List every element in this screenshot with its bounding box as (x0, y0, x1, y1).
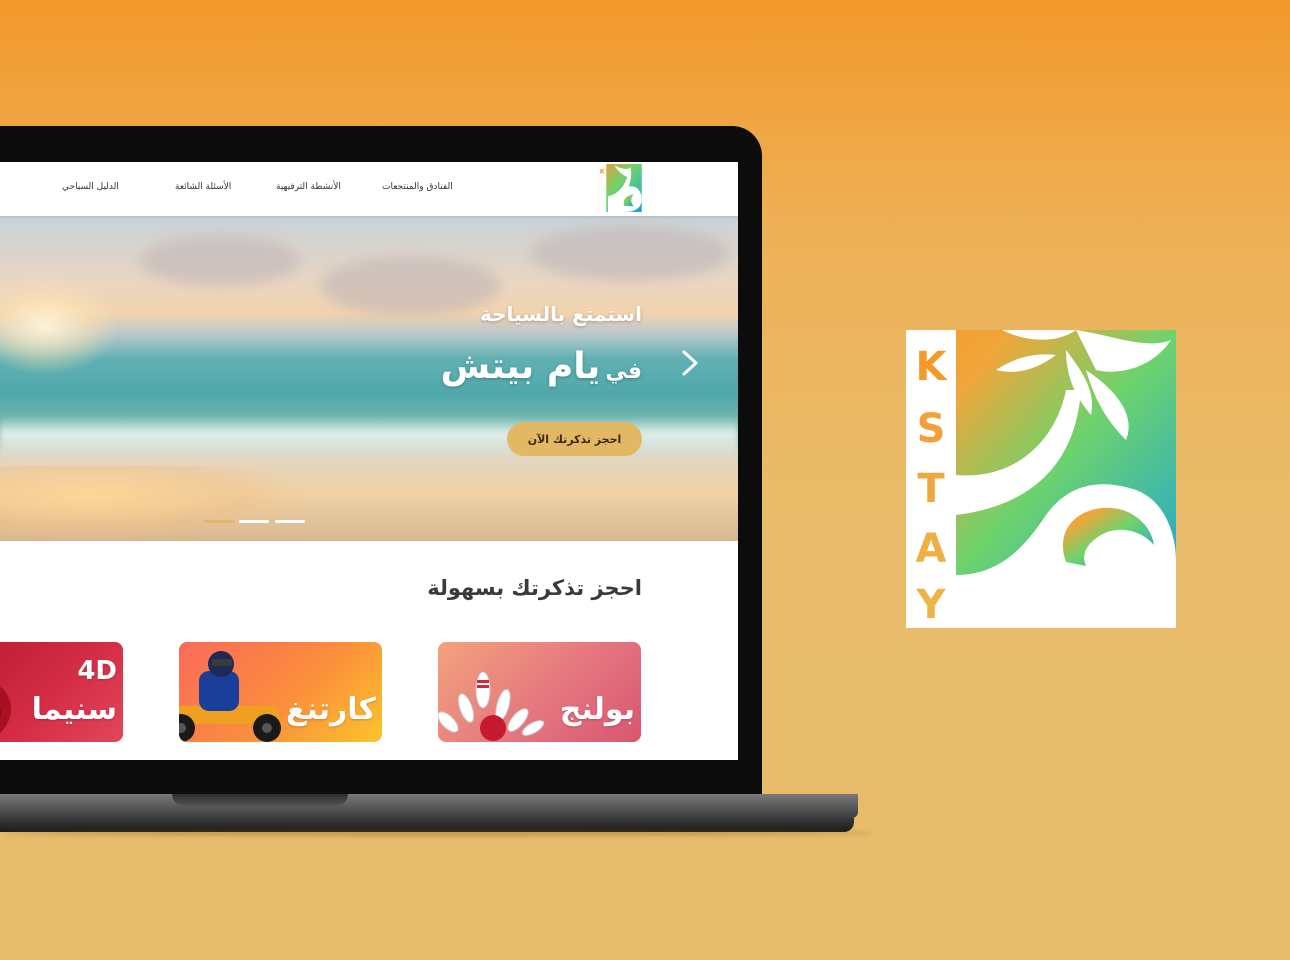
hero-slider: استمتع بالسياحة في يام بيتش احجز تذكرتك … (0, 216, 738, 541)
hero-sun (0, 276, 120, 376)
laptop-base (0, 794, 858, 818)
hero-subtitle: استمتع بالسياحة (480, 302, 642, 326)
bowling-pins-icon (438, 671, 545, 741)
book-ticket-button[interactable]: احجز تذكرتك الآن (507, 422, 642, 456)
card-badge-4d: 4D (77, 656, 117, 686)
nav-link-activities[interactable]: الأنشطة الترفيهية (276, 182, 341, 192)
hero-cloud (530, 226, 730, 281)
kstay-brand-logo: K S T A Y (906, 330, 1176, 628)
logo-letter-k: K (916, 344, 949, 390)
nav-link-faq[interactable]: الأسئلة الشائعة (175, 182, 231, 192)
hero-sun-reflection (0, 466, 300, 541)
site-navbar: K الفنادق والمنتجعات الأنشطة الترفيهية ا… (0, 162, 738, 216)
slider-dot-2[interactable] (239, 520, 269, 523)
card-label-bowling: بولنج (559, 692, 635, 727)
slider-dot-1[interactable] (204, 520, 234, 523)
laptop-screen: K الفنادق والمنتجعات الأنشطة الترفيهية ا… (0, 162, 738, 760)
activity-card-bowling[interactable]: بولنج (438, 642, 641, 742)
hero-cloud (140, 236, 300, 286)
laptop-notch (172, 794, 348, 806)
hero-title-main: يام بيتش (440, 346, 601, 387)
go-kart-icon (179, 651, 281, 742)
chevron-right-icon[interactable] (672, 346, 706, 380)
slider-dot-3[interactable] (275, 520, 305, 523)
hero-title: في يام بيتش (440, 346, 642, 387)
hero-title-prefix: في (605, 359, 642, 384)
logo-letter-t: T (917, 466, 945, 512)
activity-card-cinema[interactable]: 4D سنيما (0, 642, 123, 742)
card-label-karting: كارتنغ (286, 692, 376, 727)
nav-link-hotels[interactable]: الفنادق والمنتجعات (382, 182, 453, 192)
nav-link-tourist-guide[interactable]: الدليل السياحي (62, 182, 119, 192)
laptop-shadow (0, 830, 874, 836)
booking-section-title: احجز تذكرتك بسهولة (427, 576, 642, 600)
kstay-logo[interactable]: K (598, 164, 642, 212)
activity-card-karting[interactable]: كارتنغ (179, 642, 382, 742)
logo-letter-s: S (917, 406, 946, 452)
logo-letter-y: Y (916, 582, 947, 628)
hero-cloud (320, 256, 500, 316)
logo-letter-a: A (916, 526, 947, 572)
cinema-character-icon (0, 686, 11, 734)
card-label-cinema: سنيما (31, 692, 117, 727)
